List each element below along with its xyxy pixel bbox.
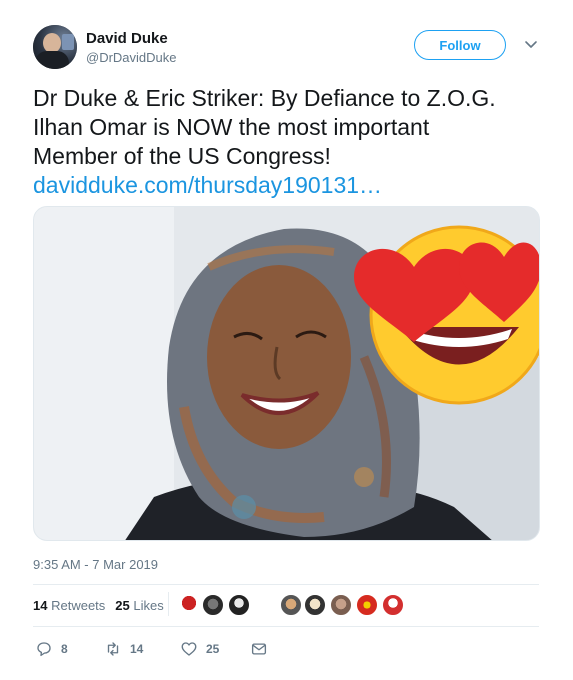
tweet-text-line: Dr Duke & Eric Striker: By Defiance to Z…	[33, 85, 496, 111]
reply-action[interactable]: 8	[35, 640, 68, 658]
divider	[33, 584, 539, 585]
tweet-link[interactable]: davidduke.com/thursday190131…	[33, 171, 553, 200]
follow-button[interactable]: Follow	[414, 30, 506, 60]
avatar-body	[35, 51, 69, 69]
direct-message-action[interactable]	[250, 640, 268, 658]
envelope-icon	[251, 643, 267, 655]
like-action[interactable]: 25	[180, 640, 219, 658]
retweets-stat-label: Retweets	[51, 598, 106, 613]
avatar-screen	[62, 34, 74, 50]
tweet-timestamp[interactable]: 9:35 AM - 7 Mar 2019	[33, 557, 158, 572]
divider	[33, 626, 539, 627]
liker-avatar[interactable]	[280, 594, 302, 616]
tweet-text: Dr Duke & Eric Striker: By Defiance to Z…	[33, 84, 553, 200]
tweet-media-image[interactable]	[33, 206, 540, 541]
heart-icon	[181, 642, 197, 656]
likes-stat-label: Likes	[133, 598, 164, 613]
liker-avatar[interactable]	[356, 594, 378, 616]
tweet-text-line: Ilhan Omar is NOW the most important	[33, 114, 430, 140]
likes-stat-count: 25	[115, 598, 130, 613]
photo-illustration	[34, 207, 539, 540]
likes-stat[interactable]: 25 Likes	[115, 598, 163, 613]
reply-count: 8	[61, 642, 68, 656]
chevron-down-icon[interactable]	[523, 36, 539, 52]
retweet-count: 14	[130, 642, 144, 656]
tweet-card: David Duke @DrDavidDuke Follow Dr Duke &…	[0, 0, 573, 680]
avatar-head	[43, 33, 61, 53]
retweet-icon	[107, 642, 119, 656]
reply-icon	[37, 642, 51, 657]
stats-separator	[168, 592, 169, 616]
liker-avatar[interactable]	[202, 594, 224, 616]
like-count: 25	[206, 642, 220, 656]
tweet-text-line: Member of the US Congress!	[33, 143, 331, 169]
retweet-action[interactable]: 14	[104, 640, 143, 658]
engagement-stats: 14 Retweets 25 Likes	[33, 598, 164, 613]
liker-avatar[interactable]	[304, 594, 326, 616]
author-display-name[interactable]: David Duke	[86, 30, 168, 47]
liker-avatar[interactable]	[228, 594, 250, 616]
liker-avatar[interactable]	[382, 594, 404, 616]
liker-avatar[interactable]	[178, 594, 200, 616]
liker-avatar[interactable]	[330, 594, 352, 616]
author-handle[interactable]: @DrDavidDuke	[86, 50, 177, 65]
retweets-stat-count: 14	[33, 598, 48, 613]
avatar[interactable]	[33, 25, 77, 69]
retweets-stat[interactable]: 14 Retweets	[33, 598, 105, 613]
